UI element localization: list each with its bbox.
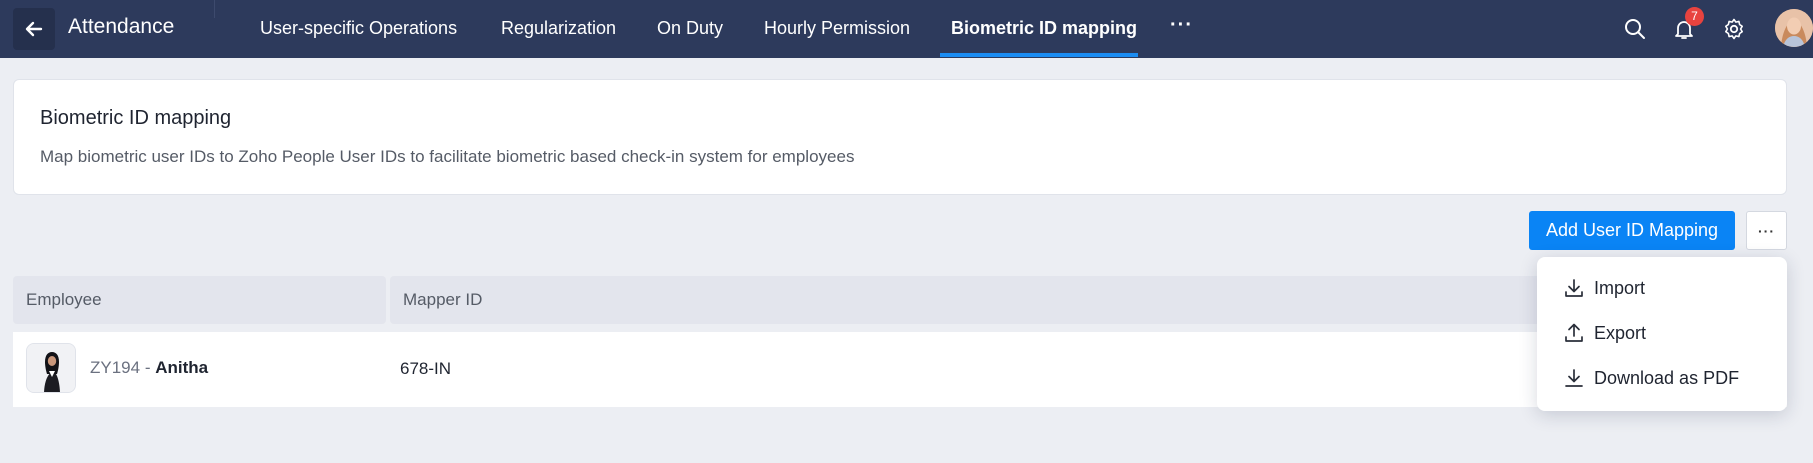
more-actions-button[interactable]: ··· — [1746, 211, 1787, 250]
employee-id-separator: - — [140, 358, 156, 377]
download-icon — [1565, 279, 1583, 297]
title-divider — [214, 0, 215, 18]
settings-button[interactable] — [1719, 14, 1749, 44]
app-title: Attendance — [68, 15, 175, 38]
tab-on-duty[interactable]: On Duty — [657, 17, 723, 39]
user-photo-icon — [1775, 9, 1813, 47]
employee-cell[interactable]: ZY194 - Anitha — [90, 358, 208, 378]
page-title: Biometric ID mapping — [40, 107, 232, 129]
back-button[interactable] — [13, 8, 55, 50]
table-row[interactable]: ZY194 - Anitha 678-IN — [13, 332, 1787, 407]
page-description: Map biometric user IDs to Zoho People Us… — [40, 147, 855, 166]
more-actions-menu: Import Export Download as PDF — [1537, 257, 1787, 411]
tab-regularization[interactable]: Regularization — [501, 17, 616, 39]
employee-id: ZY194 — [90, 358, 141, 377]
column-header-employee[interactable]: Employee — [13, 276, 386, 324]
user-avatar[interactable] — [1775, 9, 1813, 47]
mapper-id-value: 678-IN — [400, 359, 452, 378]
tab-biometric-id-mapping[interactable]: Biometric ID mapping — [951, 17, 1137, 39]
top-navigation-bar: Attendance User-specific Operations Regu… — [0, 0, 1813, 58]
employee-avatar — [26, 343, 76, 393]
more-tabs-button[interactable]: ··· — [1170, 14, 1193, 37]
menu-item-download-pdf[interactable]: Download as PDF — [1563, 366, 1739, 390]
back-arrow-icon — [25, 21, 43, 37]
employee-name[interactable]: Anitha — [155, 358, 208, 377]
menu-item-export[interactable]: Export — [1563, 321, 1646, 345]
add-user-id-mapping-button[interactable]: Add User ID Mapping — [1529, 211, 1735, 250]
download-icon — [1565, 369, 1583, 387]
page-header-card: Biometric ID mapping Map biometric user … — [13, 79, 1787, 195]
gear-icon — [1725, 18, 1743, 40]
tab-user-specific-operations[interactable]: User-specific Operations — [260, 17, 457, 39]
menu-item-download-pdf-label: Download as PDF — [1594, 367, 1740, 388]
menu-item-import[interactable]: Import — [1563, 276, 1645, 300]
employee-photo-icon — [27, 344, 75, 392]
notification-count-badge: 7 — [1685, 7, 1704, 26]
search-icon — [1625, 19, 1645, 39]
tab-hourly-permission[interactable]: Hourly Permission — [764, 17, 910, 39]
search-button[interactable] — [1620, 14, 1650, 44]
upload-icon — [1565, 323, 1583, 342]
menu-item-export-label: Export — [1594, 322, 1647, 343]
column-header-mapper-id[interactable]: Mapper ID — [390, 276, 1590, 324]
active-tab-indicator — [940, 53, 1138, 57]
menu-item-import-label: Import — [1594, 277, 1646, 298]
